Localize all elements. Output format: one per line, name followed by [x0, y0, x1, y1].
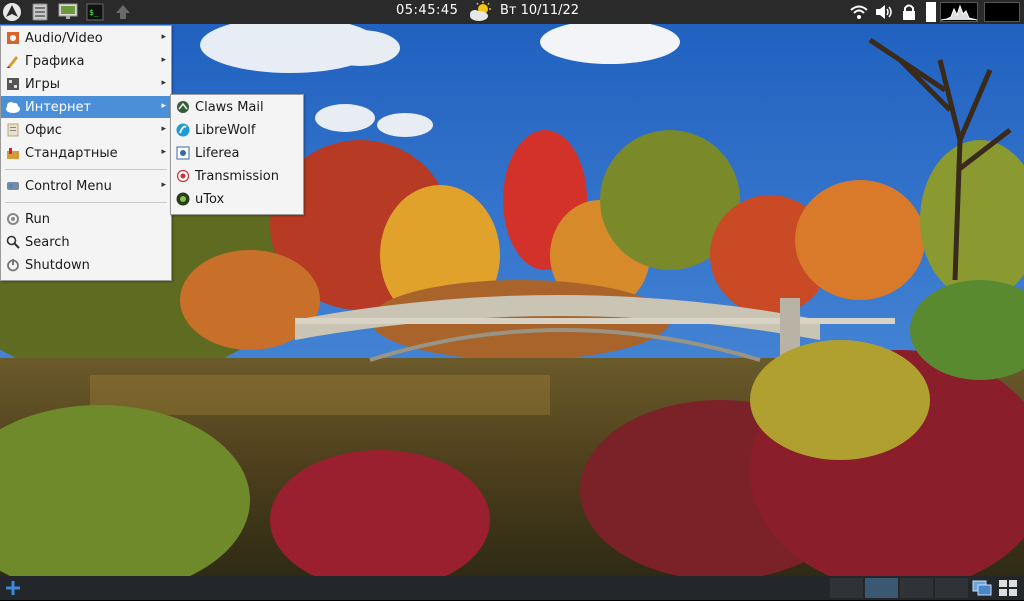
- menu-item-accessories[interactable]: Стандартные ▸: [1, 142, 171, 164]
- audio-video-icon: [5, 30, 21, 46]
- chevron-right-icon: ▸: [161, 180, 166, 190]
- transmission-icon: [175, 168, 191, 184]
- chevron-right-icon: ▸: [161, 78, 166, 88]
- control-menu-icon: [5, 178, 21, 194]
- submenu-item-librewolf[interactable]: LibreWolf: [171, 119, 303, 141]
- window-switch-icon[interactable]: [998, 579, 1018, 597]
- menu-item-control-menu[interactable]: Control Menu ▸: [1, 175, 171, 197]
- battery-indicator[interactable]: [926, 2, 936, 22]
- memory-graph-icon[interactable]: [984, 2, 1020, 22]
- menu-item-office[interactable]: Офис ▸: [1, 119, 171, 141]
- menu-item-audio-video[interactable]: Audio/Video ▸: [1, 27, 171, 49]
- bottom-panel: [0, 576, 1024, 600]
- submenu-item-transmission[interactable]: Transmission: [171, 165, 303, 187]
- office-icon: [5, 122, 21, 138]
- menu-separator: [5, 169, 167, 170]
- menu-item-games[interactable]: Игры ▸: [1, 73, 171, 95]
- accessories-icon: [5, 145, 21, 161]
- utox-icon: [175, 191, 191, 207]
- desktop-3[interactable]: [900, 578, 933, 598]
- volume-icon[interactable]: [872, 2, 896, 22]
- desktop-4[interactable]: [935, 578, 968, 598]
- submenu-item-utox[interactable]: uTox: [171, 188, 303, 210]
- system-logo-icon[interactable]: [1, 2, 23, 22]
- submenu-item-claws-mail[interactable]: Claws Mail: [171, 96, 303, 118]
- wifi-icon[interactable]: [848, 2, 870, 22]
- graphics-icon: [5, 53, 21, 69]
- menu-item-run[interactable]: Run: [1, 208, 171, 230]
- upload-arrow-icon[interactable]: [112, 2, 134, 22]
- chevron-right-icon: ▸: [161, 124, 166, 134]
- menu-item-shutdown[interactable]: Shutdown: [1, 254, 171, 276]
- cpu-graph-icon[interactable]: [940, 2, 978, 22]
- menu-item-internet[interactable]: Интернет ▸: [1, 96, 171, 118]
- internet-icon: [5, 99, 21, 115]
- desktop-1[interactable]: [830, 578, 863, 598]
- chevron-right-icon: ▸: [161, 32, 166, 42]
- date[interactable]: Вт 10/11/22: [500, 3, 579, 18]
- claws-mail-icon: [175, 99, 191, 115]
- show-desktop-icon[interactable]: [972, 579, 992, 597]
- weather-partly-cloudy-icon[interactable]: [468, 1, 494, 27]
- application-menu: Audio/Video ▸ Графика ▸ Игры ▸ Интернет …: [0, 25, 172, 281]
- shutdown-icon: [5, 257, 21, 273]
- chevron-right-icon: ▸: [161, 147, 166, 157]
- internet-submenu: Claws Mail LibreWolf Liferea Transmissio…: [170, 94, 304, 215]
- clock[interactable]: 05:45:45: [396, 3, 458, 18]
- svg-text:$_: $_: [89, 8, 99, 17]
- menu-item-graphics[interactable]: Графика ▸: [1, 50, 171, 72]
- chevron-right-icon: ▸: [161, 101, 166, 111]
- add-plus-icon[interactable]: [4, 579, 22, 597]
- run-icon: [5, 211, 21, 227]
- menu-item-search[interactable]: Search: [1, 231, 171, 253]
- games-icon: [5, 76, 21, 92]
- submenu-item-liferea[interactable]: Liferea: [171, 142, 303, 164]
- monitor-icon[interactable]: [57, 2, 79, 22]
- librewolf-icon: [175, 122, 191, 138]
- search-icon: [5, 234, 21, 250]
- chevron-right-icon: ▸: [161, 55, 166, 65]
- lock-icon[interactable]: [898, 2, 920, 22]
- liferea-icon: [175, 145, 191, 161]
- file-manager-icon[interactable]: [29, 2, 51, 22]
- top-panel: $_ 05:45:45 Вт 10/11/22: [0, 0, 1024, 24]
- desktop-2[interactable]: [865, 578, 898, 598]
- menu-separator: [5, 202, 167, 203]
- terminal-icon[interactable]: $_: [84, 2, 106, 22]
